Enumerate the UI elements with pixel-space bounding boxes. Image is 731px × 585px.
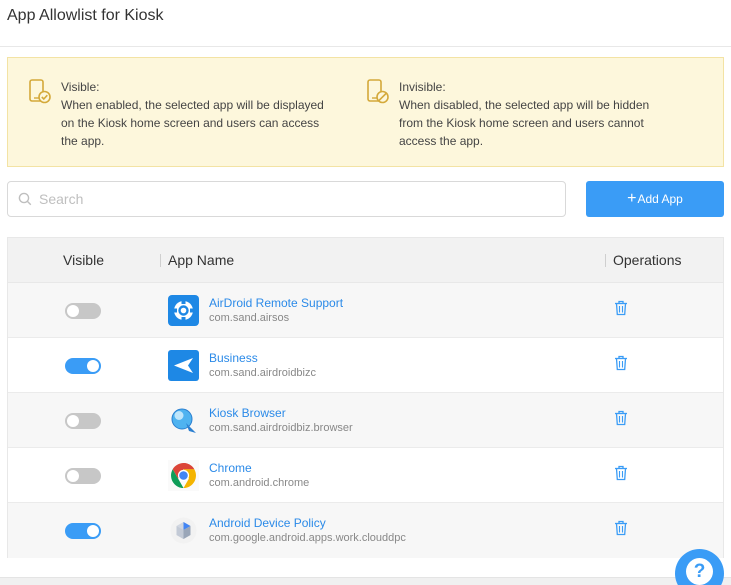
add-app-button[interactable]: + Add App [586,181,724,217]
app-name-link[interactable]: Android Device Policy [209,516,326,530]
app-package: com.google.android.apps.work.clouddpc [209,532,406,544]
notice-visible-line: on the Kiosk home screen and users can a… [61,116,320,130]
app-name-link[interactable]: Kiosk Browser [209,406,286,420]
visible-toggle[interactable] [65,303,101,319]
notice-visible: Visible: When enabled, the selected app … [28,78,324,150]
column-visible[interactable]: Visible [63,238,104,283]
chrome-icon [168,460,199,491]
delete-icon[interactable] [614,465,628,481]
notice-visible-line: the app. [61,134,105,148]
column-operations[interactable]: Operations [613,238,681,283]
app-package: com.sand.airdroidbiz.browser [209,422,353,434]
toggle-knob [67,470,79,482]
android-device-policy-icon [170,517,197,544]
toggle-knob [67,305,79,317]
page-header: App Allowlist for Kiosk [0,0,731,47]
table-row: Android Device Policy com.google.android… [8,503,723,558]
phone-check-icon [29,79,51,104]
delete-icon[interactable] [614,355,628,371]
column-divider [160,254,161,267]
table-row: AirDroid Remote Support com.sand.airsos [8,283,723,338]
notice-invisible-title: Invisible: [399,80,446,94]
visible-toggle[interactable] [65,468,101,484]
table-header: Visible App Name Operations [8,238,723,283]
notice-invisible-line: from the Kiosk home screen and users can… [399,116,644,130]
search-icon [18,192,32,206]
notice-invisible-line: When disabled, the selected app will be … [399,98,650,112]
delete-icon[interactable] [614,520,628,536]
delete-icon[interactable] [614,410,628,426]
bottom-bar [0,577,731,585]
notice-visible-line: When enabled, the selected app will be d… [61,98,324,112]
plus-icon: + [627,190,637,207]
info-notice: Visible: When enabled, the selected app … [7,57,724,167]
app-name-link[interactable]: AirDroid Remote Support [209,296,343,310]
app-name-link[interactable]: Business [209,351,258,365]
page-title: App Allowlist for Kiosk [7,7,164,24]
business-icon [168,350,199,381]
search-input[interactable] [39,191,539,207]
notice-visible-title: Visible: [61,80,100,94]
column-app-name[interactable]: App Name [168,238,234,283]
app-package: com.sand.airsos [209,312,290,324]
visible-toggle[interactable] [65,413,101,429]
table-body: AirDroid Remote Support com.sand.airsos … [8,283,723,558]
app-package: com.android.chrome [209,477,310,489]
help-icon: ? [686,558,713,585]
visible-toggle[interactable] [65,523,101,539]
phone-block-icon [367,79,389,104]
search-box[interactable] [7,181,566,217]
column-divider [605,254,606,267]
notice-invisible-line: access the app. [399,134,484,148]
toggle-knob [67,415,79,427]
table-row: Chrome com.android.chrome [8,448,723,503]
table-row: Business com.sand.airdroidbizc [8,338,723,393]
app-package: com.sand.airdroidbizc [209,367,316,379]
notice-invisible: Invisible: When disabled, the selected a… [366,78,649,150]
kiosk-browser-icon [171,408,196,433]
delete-icon[interactable] [614,300,628,316]
table-row: Kiosk Browser com.sand.airdroidbiz.brows… [8,393,723,448]
toggle-knob [87,360,99,372]
airdroid-remote-support-icon [168,295,199,326]
add-app-label: Add App [637,192,683,206]
toggle-knob [87,525,99,537]
app-name-link[interactable]: Chrome [209,461,252,475]
app-table: Visible App Name Operations AirDroid Rem… [7,237,724,558]
visible-toggle[interactable] [65,358,101,374]
